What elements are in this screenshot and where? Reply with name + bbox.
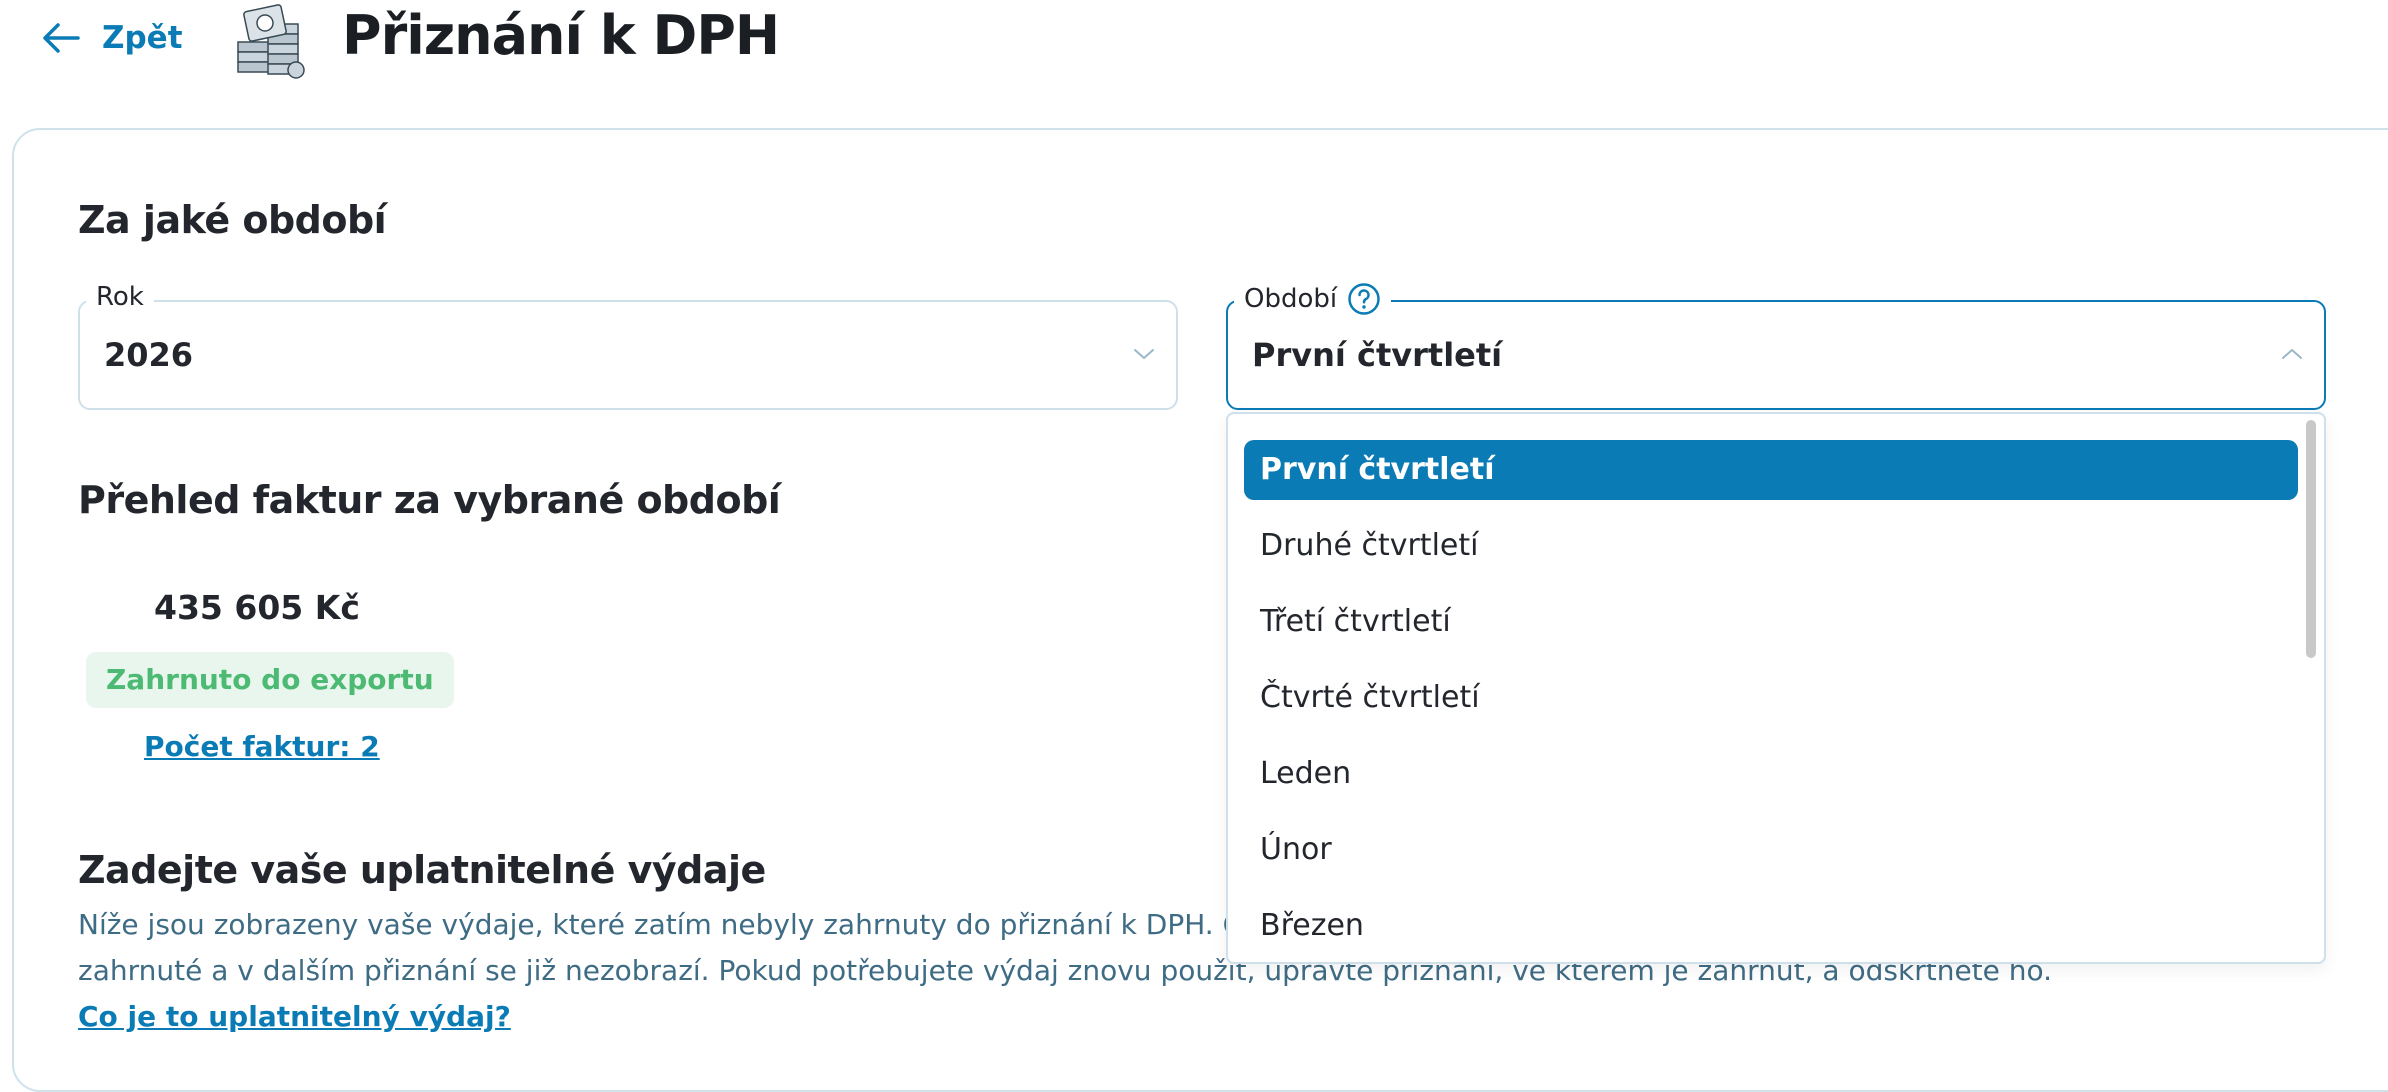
period-option[interactable]: Leden (1244, 744, 2298, 804)
chevron-down-icon (1134, 349, 1154, 359)
chevron-up-icon (2282, 349, 2302, 359)
help-circle-icon[interactable] (1347, 282, 1381, 316)
year-field-label: Rok (86, 282, 154, 312)
period-field-value: První čtvrtletí (1252, 336, 1503, 374)
expenses-section-title: Zadejte vaše uplatnitelné výdaje (78, 848, 766, 892)
invoice-count-link[interactable]: Počet faktur: 2 (144, 730, 380, 763)
dropdown-scrollbar-thumb[interactable] (2306, 420, 2316, 658)
invoices-section-title: Přehled faktur za vybrané období (78, 478, 781, 522)
dropdown-scrollbar[interactable] (2304, 414, 2322, 962)
period-option[interactable]: Čtvrté čtvrtletí (1244, 668, 2298, 728)
period-option[interactable]: Březen (1244, 896, 2298, 956)
arrow-left-icon (43, 23, 80, 53)
invoice-total-amount: 435 605 Kč (154, 588, 360, 627)
status-badge: Zahrnuto do exportu (86, 652, 454, 708)
page-title: Přiznání k DPH (342, 4, 780, 67)
period-field-label-text: Období (1244, 284, 1338, 314)
year-field-label-text: Rok (96, 282, 144, 312)
back-label: Zpět (102, 20, 183, 56)
period-field-label: Období (1234, 282, 1392, 316)
money-stack-icon (237, 4, 305, 79)
back-button[interactable]: Zpět (40, 16, 183, 60)
period-option[interactable]: Druhé čtvrtletí (1244, 516, 2298, 576)
period-dropdown-menu[interactable]: První čtvrtletí Druhé čtvrtletí Třetí čt… (1226, 412, 2326, 964)
period-option[interactable]: První čtvrtletí (1244, 440, 2298, 500)
expenses-description-line-1: Níže jsou zobrazeny vaše výdaje, které z… (78, 908, 1294, 941)
period-select[interactable]: Období První čtvrtletí (1226, 282, 2326, 410)
period-option[interactable]: Třetí čtvrtletí (1244, 592, 2298, 652)
expense-help-link[interactable]: Co je to uplatnitelný výdaj? (78, 1000, 511, 1033)
page-header: Zpět Přiznání k DPH (0, 0, 2388, 90)
year-field-value: 2026 (104, 336, 194, 374)
year-select[interactable]: Rok 2026 (78, 282, 1178, 410)
period-section-title: Za jaké období (78, 198, 387, 242)
period-option[interactable]: Únor (1244, 820, 2298, 880)
